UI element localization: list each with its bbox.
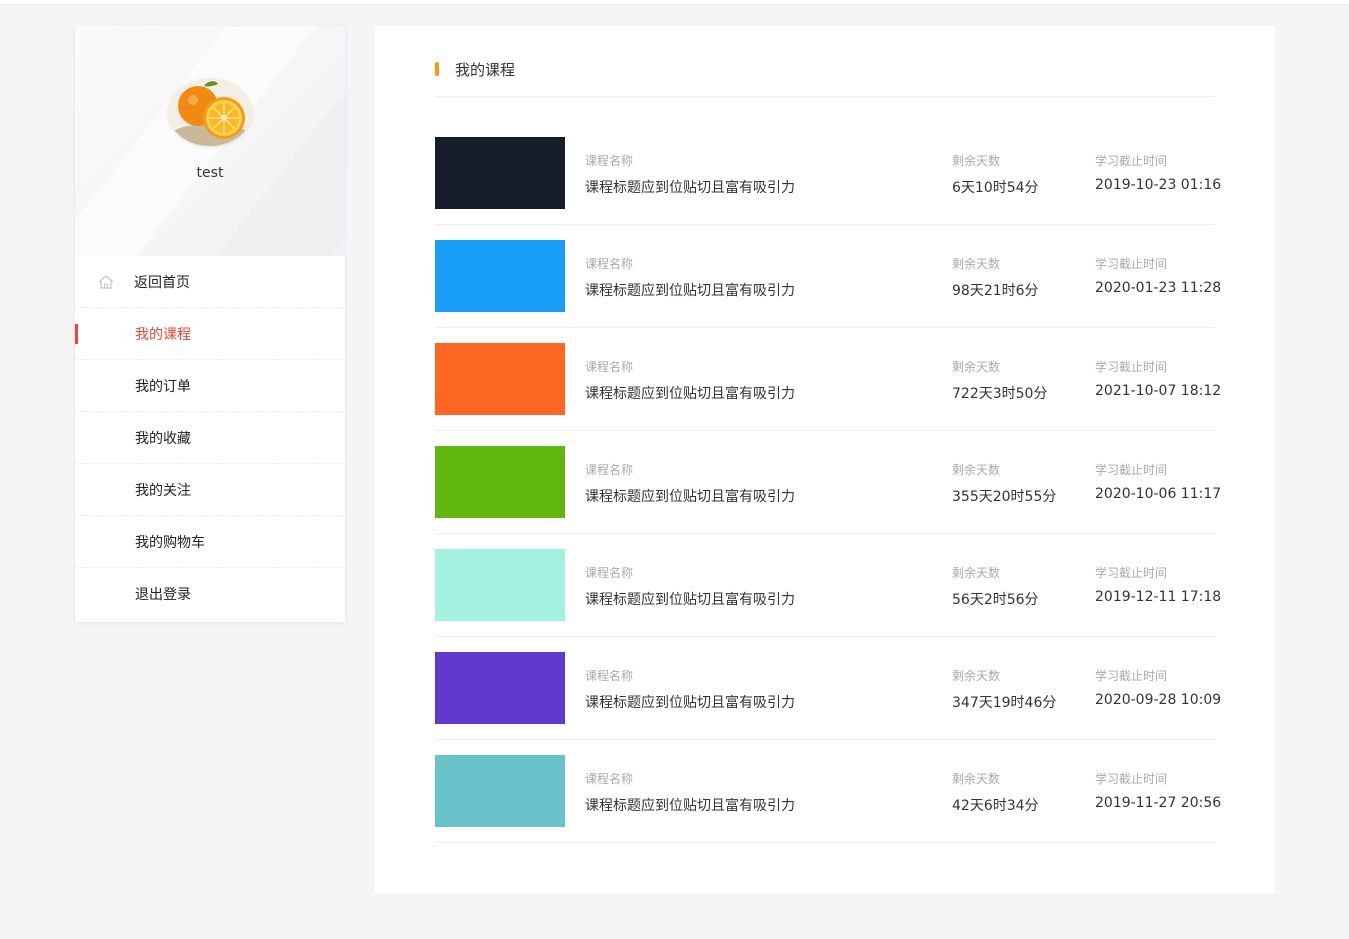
sidebar-item-my-courses[interactable]: 我的课程 — [75, 308, 345, 360]
deadline-label: 学习截止时间 — [1095, 463, 1168, 477]
deadline-value: 2019-12-11 17:18 — [1095, 589, 1222, 605]
course-name[interactable]: 课程标题应到位贴切且富有吸引力 — [585, 486, 795, 506]
remaining-label: 剩余天数 — [952, 154, 1001, 168]
sidebar-item-label: 我的课程 — [135, 326, 191, 343]
course-name-label: 课程名称 — [585, 154, 634, 168]
top-bar — [0, 0, 1349, 5]
remaining-label: 剩余天数 — [952, 257, 1001, 271]
remaining-value: 722天3时50分 — [952, 386, 1048, 402]
username: test — [196, 165, 224, 181]
deadline-value: 2021-10-07 18:12 — [1095, 383, 1222, 399]
sidebar-item-my-orders[interactable]: 我的订单 — [75, 360, 345, 412]
course-name[interactable]: 课程标题应到位贴切且富有吸引力 — [585, 589, 795, 609]
deadline-label: 学习截止时间 — [1095, 566, 1168, 580]
course-list: 课程名称 课程标题应到位贴切且富有吸引力 剩余天数 6天10时54分 学习截止时… — [435, 122, 1221, 843]
deadline-label: 学习截止时间 — [1095, 257, 1168, 271]
orange-avatar-image — [168, 78, 252, 146]
deadline-label: 学习截止时间 — [1095, 669, 1168, 683]
deadline-value: 2019-10-23 01:16 — [1095, 177, 1222, 193]
sidebar-item-label: 退出登录 — [135, 587, 191, 603]
remaining-label: 剩余天数 — [952, 669, 1001, 683]
course-name[interactable]: 课程标题应到位贴切且富有吸引力 — [585, 177, 795, 197]
course-row[interactable]: 课程名称 课程标题应到位贴切且富有吸引力 剩余天数 355天20时55分 学习截… — [435, 431, 1221, 534]
section-header: 我的课程 — [435, 56, 1215, 97]
sidebar-menu: 返回首页 我的课程 我的订单 我的收藏 我的关注 我的购物车 退出登录 — [75, 256, 345, 620]
page-title: 我的课程 — [455, 61, 516, 79]
sidebar-item-logout[interactable]: 退出登录 — [75, 568, 345, 620]
course-name-label: 课程名称 — [585, 772, 634, 786]
remaining-value: 42天6时34分 — [952, 798, 1039, 814]
course-row[interactable]: 课程名称 课程标题应到位贴切且富有吸引力 剩余天数 98天21时6分 学习截止时… — [435, 225, 1221, 328]
sidebar-item-label: 我的关注 — [135, 482, 191, 499]
remaining-value: 355天20时55分 — [952, 489, 1057, 505]
deadline-label: 学习截止时间 — [1095, 772, 1168, 786]
course-row[interactable]: 课程名称 课程标题应到位贴切且富有吸引力 剩余天数 6天10时54分 学习截止时… — [435, 122, 1221, 225]
remaining-label: 剩余天数 — [952, 463, 1001, 477]
course-name[interactable]: 课程标题应到位贴切且富有吸引力 — [585, 280, 795, 300]
sidebar-item-label: 我的收藏 — [135, 430, 191, 447]
deadline-label: 学习截止时间 — [1095, 154, 1168, 168]
sidebar-item-my-follows[interactable]: 我的关注 — [75, 464, 345, 516]
sidebar-item-label: 我的购物车 — [135, 534, 205, 551]
deadline-value: 2020-10-06 11:17 — [1095, 486, 1222, 502]
course-thumbnail[interactable] — [435, 240, 565, 312]
course-thumbnail[interactable] — [435, 549, 565, 621]
course-row[interactable]: 课程名称 课程标题应到位贴切且富有吸引力 剩余天数 42天6时34分 学习截止时… — [435, 740, 1221, 843]
course-name-label: 课程名称 — [585, 360, 634, 374]
sidebar-item-shopping-cart[interactable]: 我的购物车 — [75, 516, 345, 568]
course-name-label: 课程名称 — [585, 669, 634, 683]
deadline-value: 2020-01-23 11:28 — [1095, 280, 1222, 296]
remaining-value: 347天19时46分 — [952, 695, 1057, 711]
course-thumbnail[interactable] — [435, 755, 565, 827]
remaining-label: 剩余天数 — [952, 566, 1001, 580]
course-name-label: 课程名称 — [585, 463, 634, 477]
course-thumbnail[interactable] — [435, 137, 565, 209]
course-thumbnail[interactable] — [435, 446, 565, 518]
course-name-label: 课程名称 — [585, 566, 634, 580]
sidebar-item-my-favorites[interactable]: 我的收藏 — [75, 412, 345, 464]
course-row[interactable]: 课程名称 课程标题应到位贴切且富有吸引力 剩余天数 722天3时50分 学习截止… — [435, 328, 1221, 431]
avatar[interactable] — [168, 78, 252, 146]
course-name[interactable]: 课程标题应到位贴切且富有吸引力 — [585, 383, 795, 403]
sidebar-item-label: 返回首页 — [134, 274, 190, 291]
remaining-value: 6天10时54分 — [952, 180, 1039, 196]
profile-card: test — [75, 26, 345, 256]
sidebar: test 返回首页 我的课程 我的订单 我的收藏 我的关注 我的购物车 退出登录 — [75, 26, 345, 622]
course-row[interactable]: 课程名称 课程标题应到位贴切且富有吸引力 剩余天数 56天2时56分 学习截止时… — [435, 534, 1221, 637]
course-thumbnail[interactable] — [435, 652, 565, 724]
title-accent-bar — [435, 62, 439, 76]
remaining-label: 剩余天数 — [952, 360, 1001, 374]
deadline-label: 学习截止时间 — [1095, 360, 1168, 374]
course-name[interactable]: 课程标题应到位贴切且富有吸引力 — [585, 692, 795, 712]
remaining-value: 56天2时56分 — [952, 592, 1039, 608]
main-panel: 我的课程 课程名称 课程标题应到位贴切且富有吸引力 剩余天数 6天10时54分 … — [375, 26, 1275, 893]
course-thumbnail[interactable] — [435, 343, 565, 415]
course-name-label: 课程名称 — [585, 257, 634, 271]
deadline-value: 2020-09-28 10:09 — [1095, 692, 1222, 708]
home-icon — [98, 275, 114, 289]
course-row[interactable]: 课程名称 课程标题应到位贴切且富有吸引力 剩余天数 347天19时46分 学习截… — [435, 637, 1221, 740]
sidebar-item-home[interactable]: 返回首页 — [75, 256, 345, 308]
remaining-label: 剩余天数 — [952, 772, 1001, 786]
sidebar-item-label: 我的订单 — [135, 378, 191, 395]
course-name[interactable]: 课程标题应到位贴切且富有吸引力 — [585, 795, 795, 815]
deadline-value: 2019-11-27 20:56 — [1095, 795, 1222, 811]
remaining-value: 98天21时6分 — [952, 283, 1039, 299]
